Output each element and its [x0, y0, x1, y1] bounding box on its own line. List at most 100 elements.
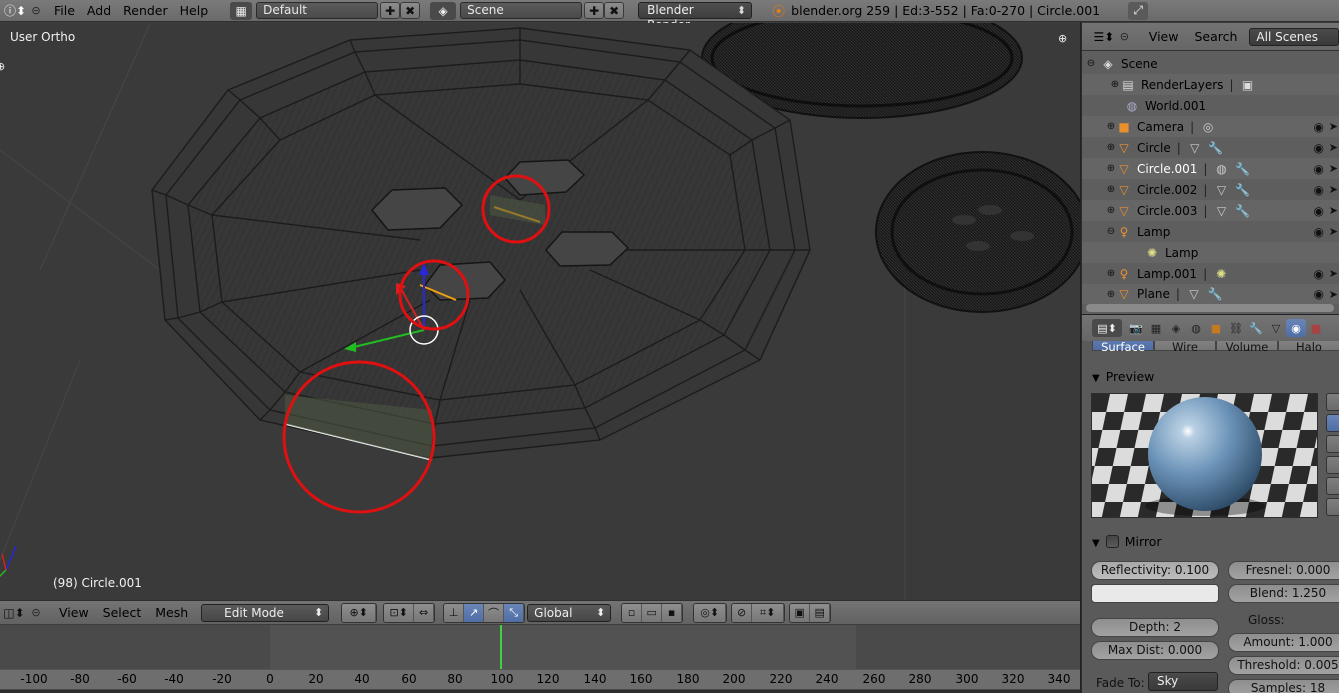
select-arrow-icon[interactable]: ➤: [1329, 183, 1338, 196]
object-tab-icon[interactable]: ■: [1206, 319, 1226, 337]
scene-field[interactable]: Scene: [460, 2, 583, 19]
expand-icon[interactable]: ⊕: [1106, 121, 1116, 132]
outliner-item-camera[interactable]: ⊕ ■ Camera | ◎ ◉ ➤: [1082, 116, 1339, 137]
menu-add[interactable]: Add: [85, 3, 121, 18]
scale-manipulator-icon[interactable]: ⤡: [504, 603, 525, 622]
toolshelf-toggle-icon[interactable]: ⊕: [0, 60, 5, 73]
collapse-menu-icon[interactable]: ⊝: [28, 4, 44, 17]
menu-mesh[interactable]: Mesh: [148, 605, 195, 620]
gloss-threshold-field[interactable]: Threshold: 0.005: [1228, 656, 1339, 675]
tab-volume[interactable]: Volume: [1216, 341, 1278, 351]
fresnel-field[interactable]: Fresnel: 0.000: [1228, 561, 1339, 580]
mirror-color-swatch[interactable]: [1091, 584, 1219, 603]
frame-ruler[interactable]: -100 -80 -60 -40 -20 0 20 40 60 80 100 1…: [0, 669, 1080, 689]
outliner-item-renderlayers[interactable]: ⊕ ▤ RenderLayers | ▣: [1082, 74, 1339, 95]
select-arrow-icon[interactable]: ➤: [1329, 204, 1338, 217]
outliner-item-world[interactable]: ◍ World.001: [1082, 95, 1339, 116]
outliner-menu-view[interactable]: View: [1141, 29, 1187, 44]
visibility-eye-icon[interactable]: ◉: [1314, 183, 1324, 197]
tab-halo[interactable]: Halo: [1278, 341, 1339, 351]
select-arrow-icon[interactable]: ➤: [1329, 267, 1338, 280]
manipulator-center-icon[interactable]: ⇔: [414, 603, 435, 622]
manipulator-toggle-icon[interactable]: ⊥: [444, 603, 465, 622]
preview-monkey-button[interactable]: [1326, 456, 1339, 474]
rotate-manipulator-icon[interactable]: ⌒: [484, 603, 505, 622]
render-engine-select[interactable]: Blender Render: [638, 2, 753, 32]
menu-render[interactable]: Render: [121, 3, 178, 18]
proportional-edit-icon[interactable]: ◎⬍: [694, 603, 727, 622]
editor-type-icon[interactable]: ⓘ⬍: [2, 2, 28, 20]
render-layers-tab-icon[interactable]: ▦: [1146, 319, 1166, 337]
select-arrow-icon[interactable]: ➤: [1329, 120, 1338, 133]
current-frame-cursor[interactable]: [500, 625, 502, 669]
preview-flat-button[interactable]: [1326, 393, 1339, 411]
select-arrow-icon[interactable]: ➤: [1329, 162, 1338, 175]
preview-sphere-button[interactable]: [1326, 414, 1339, 432]
collapse-menu-icon[interactable]: ⊝: [28, 606, 44, 619]
outliner-item-scene[interactable]: ⊖ ◈ Scene: [1082, 53, 1339, 74]
3d-viewport[interactable]: User Ortho (98) Circle.001 ⊕ ⊕: [0, 23, 1080, 600]
expand-icon[interactable]: ⊕: [1106, 205, 1116, 216]
mirror-panel-header[interactable]: ▼ Mirror: [1092, 534, 1162, 549]
data-tab-icon[interactable]: ▽: [1266, 319, 1286, 337]
outliner-editor-type-icon[interactable]: ☰⬍: [1090, 30, 1118, 44]
add-scene-button[interactable]: ✚: [584, 2, 605, 19]
vertex-select-icon[interactable]: ▫: [622, 603, 643, 622]
menu-select[interactable]: Select: [96, 605, 149, 620]
expand-icon[interactable]: ⊕: [1106, 184, 1116, 195]
fresnel-blend-field[interactable]: Blend: 1.250: [1228, 584, 1339, 603]
reflectivity-slider[interactable]: Reflectivity: 0.100: [1091, 561, 1219, 580]
viewport-split-icon[interactable]: ⊕: [1058, 32, 1067, 45]
visibility-eye-icon[interactable]: ◉: [1314, 162, 1324, 176]
fullscreen-icon[interactable]: ⤢: [1128, 1, 1149, 20]
collapse-icon[interactable]: ⊖: [1106, 226, 1116, 237]
outliner-item-circle-003[interactable]: ⊕ ▽ Circle.003 | ▽ 🔧 ◉ ➤: [1082, 200, 1339, 221]
preview-sky-button[interactable]: [1326, 498, 1339, 516]
screen-layout-field[interactable]: Default: [256, 2, 379, 19]
collapse-icon[interactable]: ⊖: [1086, 58, 1096, 69]
properties-editor-type-icon[interactable]: ▤⬍: [1092, 319, 1122, 337]
translate-manipulator-icon[interactable]: ↗: [464, 603, 485, 622]
scene-tab-icon[interactable]: ◈: [1166, 319, 1186, 337]
expand-icon[interactable]: ⊕: [1106, 142, 1116, 153]
outliner-item-lamp-data[interactable]: ✺ Lamp: [1082, 242, 1339, 263]
tab-surface[interactable]: Surface: [1092, 341, 1154, 351]
gloss-amount-field[interactable]: Amount: 1.000: [1228, 633, 1339, 652]
menu-view[interactable]: View: [52, 605, 96, 620]
outliner-item-plane[interactable]: ⊕ ▽ Plane | ▽ 🔧 ◉ ➤: [1082, 284, 1339, 304]
visibility-eye-icon[interactable]: ◉: [1314, 120, 1324, 134]
visibility-eye-icon[interactable]: ◉: [1314, 141, 1324, 155]
depth-field[interactable]: Depth: 2: [1091, 618, 1219, 637]
pivot-point-icon[interactable]: ⊡⬍: [384, 603, 415, 622]
delete-scene-button[interactable]: ✖: [604, 2, 625, 19]
transform-orientation-select[interactable]: Global: [527, 603, 612, 622]
gloss-samples-field[interactable]: Samples: 18: [1228, 679, 1339, 693]
visibility-eye-icon[interactable]: ◉: [1314, 267, 1324, 281]
scene-icon[interactable]: ◈: [430, 1, 457, 20]
outliner-item-circle-001[interactable]: ⊕ ▽ Circle.001 | ◍ 🔧 ◉ ➤: [1082, 158, 1339, 179]
outliner-item-circle-002[interactable]: ⊕ ▽ Circle.002 | ▽ 🔧 ◉ ➤: [1082, 179, 1339, 200]
constraints-tab-icon[interactable]: ⛓: [1226, 319, 1246, 337]
visibility-eye-icon[interactable]: ◉: [1314, 287, 1324, 301]
outliner-menu-search[interactable]: Search: [1186, 29, 1245, 44]
face-select-icon[interactable]: ▪: [662, 603, 683, 622]
world-tab-icon[interactable]: ◍: [1186, 319, 1206, 337]
edge-select-icon[interactable]: ▭: [642, 603, 663, 622]
outliner-item-lamp[interactable]: ⊖ ♀ Lamp ◉ ➤: [1082, 221, 1339, 242]
expand-icon[interactable]: ⊕: [1106, 268, 1116, 279]
interaction-mode-select[interactable]: Edit Mode: [201, 603, 330, 622]
opengl-animation-icon[interactable]: ▤: [810, 603, 831, 622]
expand-icon[interactable]: ⊕: [1106, 163, 1116, 174]
visibility-eye-icon[interactable]: ◉: [1314, 225, 1324, 239]
preview-hair-button[interactable]: [1326, 477, 1339, 495]
select-arrow-icon[interactable]: ➤: [1329, 288, 1338, 301]
viewport-shading-icon[interactable]: ⊕⬍: [342, 603, 377, 622]
expand-icon[interactable]: ⊕: [1106, 289, 1116, 300]
expand-icon[interactable]: ⊕: [1110, 79, 1120, 90]
visibility-eye-icon[interactable]: ◉: [1314, 204, 1324, 218]
preview-panel-header[interactable]: ▼ Preview: [1092, 369, 1154, 384]
opengl-render-icon[interactable]: ▣: [790, 603, 811, 622]
preview-cube-button[interactable]: [1326, 435, 1339, 453]
add-layout-button[interactable]: ✚: [380, 2, 401, 19]
mirror-enable-checkbox[interactable]: [1105, 535, 1119, 548]
